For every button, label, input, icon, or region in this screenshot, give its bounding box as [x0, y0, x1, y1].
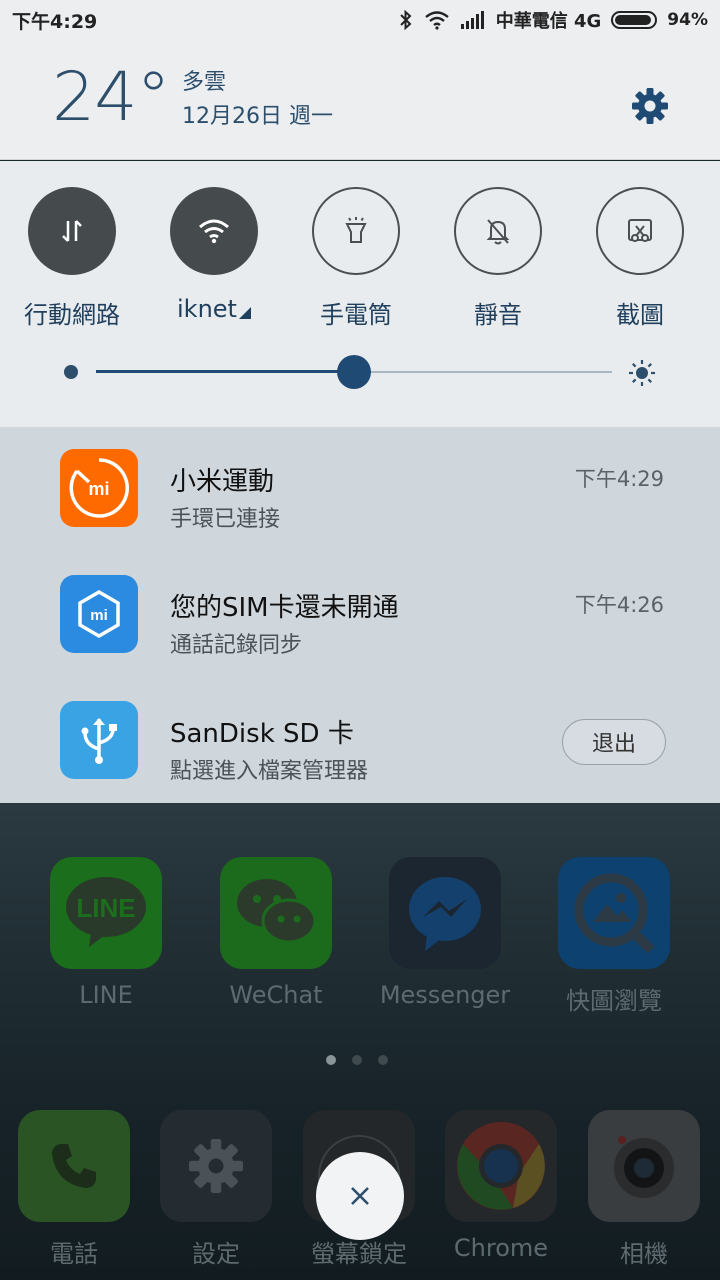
dock-camera[interactable]: 相機: [574, 1110, 714, 1269]
mi-fit-icon: mi: [60, 449, 138, 527]
toggle-mobile-data[interactable]: 行動網路: [7, 187, 137, 330]
dock-chrome[interactable]: Chrome: [431, 1110, 571, 1262]
eject-button[interactable]: 退出: [562, 719, 666, 765]
screenshot-icon[interactable]: [596, 187, 684, 275]
carrier-label: 中華電信 4G: [495, 11, 602, 32]
wifi-icon: [424, 11, 449, 30]
page-dot: [326, 1055, 336, 1065]
notification-list: mi 小米運動 手環已連接 下午4:29 mi 您的SIM卡還未開通 通話記錄同…: [0, 427, 720, 803]
toggle-label: iknet: [149, 295, 279, 323]
brightness-thumb[interactable]: [337, 355, 371, 389]
weather-condition: 多雲: [182, 70, 227, 95]
wifi-network-name: iknet: [177, 295, 237, 323]
close-icon: [351, 1187, 369, 1205]
svg-text:LINE: LINE: [76, 893, 135, 923]
svg-text:mi: mi: [88, 479, 109, 499]
brightness-fill: [96, 370, 354, 373]
notification-title: 您的SIM卡還未開通: [170, 593, 399, 623]
phone-icon: [18, 1110, 130, 1222]
brightness-slider[interactable]: [60, 355, 660, 389]
status-time: 下午4:29: [12, 10, 98, 33]
notification-time: 下午4:26: [574, 593, 664, 617]
app-name: LINE: [79, 981, 133, 1009]
date-label: 12月26日 週一: [182, 104, 333, 129]
app-line[interactable]: LINE LINE: [36, 857, 176, 1009]
toggle-label: 截圖: [616, 301, 664, 329]
mi-sim-icon: mi: [60, 575, 138, 653]
notification-title: SanDisk SD 卡: [170, 719, 354, 749]
app-name: Messenger: [379, 981, 511, 1009]
app-name: WeChat: [229, 981, 323, 1009]
notification-title: 小米運動: [170, 467, 275, 497]
brightness-low-icon: [64, 365, 78, 379]
status-bar: 下午4:29 中華電信 4G 94%: [0, 0, 720, 40]
page-dot: [378, 1055, 388, 1065]
temperature: 24°: [52, 58, 171, 137]
page-indicator: [326, 1055, 388, 1065]
signal-icon: [460, 11, 484, 29]
app-name: 相機: [620, 1240, 668, 1268]
app-name: Chrome: [453, 1234, 549, 1262]
weather-header: 24° 多雲 12月26日 週一: [0, 40, 720, 160]
messenger-icon: [389, 857, 501, 969]
toggle-flashlight[interactable]: 手電筒: [291, 187, 421, 330]
toggle-wifi[interactable]: iknet: [149, 187, 279, 323]
quick-settings-panel: 行動網路 iknet 手電筒 靜音 截圖: [0, 161, 720, 427]
toggle-label: 行動網路: [24, 301, 120, 329]
toggle-screenshot[interactable]: 截圖: [575, 187, 705, 330]
dock-settings[interactable]: 設定: [146, 1110, 286, 1269]
dock-phone[interactable]: 電話: [4, 1110, 144, 1269]
wifi-icon[interactable]: [170, 187, 258, 275]
svg-text:mi: mi: [90, 607, 108, 624]
battery-fill: [615, 15, 652, 25]
line-icon: LINE: [50, 857, 162, 969]
toggle-label: 手電筒: [320, 301, 392, 329]
gallery-icon: [558, 857, 670, 969]
app-name: 設定: [192, 1240, 240, 1268]
app-gallery[interactable]: 快圖瀏覽: [544, 857, 684, 1016]
wifi-corner-icon: [238, 307, 251, 319]
wechat-icon: [220, 857, 332, 969]
status-right: 中華電信 4G 94%: [398, 7, 708, 33]
toggle-label: 靜音: [474, 301, 522, 329]
notification-subtitle: 點選進入檔案管理器: [170, 759, 369, 784]
page-dot: [352, 1055, 362, 1065]
notification-subtitle: 手環已連接: [170, 507, 281, 532]
mobile-data-icon[interactable]: [28, 187, 116, 275]
chrome-icon: [445, 1110, 557, 1222]
gear-icon[interactable]: [630, 86, 670, 126]
notification-subtitle: 通話記錄同步: [170, 633, 303, 658]
flashlight-icon[interactable]: [312, 187, 400, 275]
close-button[interactable]: [316, 1152, 404, 1240]
notification-time: 下午4:29: [574, 467, 664, 491]
battery-icon: [611, 11, 658, 29]
camera-icon: [588, 1110, 700, 1222]
app-wechat[interactable]: WeChat: [206, 857, 346, 1009]
app-messenger[interactable]: Messenger: [375, 857, 515, 1009]
mute-icon[interactable]: [454, 187, 542, 275]
toggle-mute[interactable]: 靜音: [433, 187, 563, 330]
brightness-high-icon: [629, 360, 655, 386]
settings-icon: [160, 1110, 272, 1222]
notification-sim[interactable]: mi 您的SIM卡還未開通 通話記錄同步 下午4:26: [0, 553, 720, 679]
app-name: 快圖瀏覽: [566, 987, 662, 1015]
app-name: 電話: [50, 1240, 98, 1268]
usb-icon: [60, 701, 138, 779]
bluetooth-icon: [400, 9, 412, 31]
notification-mi-fit[interactable]: mi 小米運動 手環已連接 下午4:29: [0, 427, 720, 553]
battery-percent: 94%: [667, 10, 708, 30]
